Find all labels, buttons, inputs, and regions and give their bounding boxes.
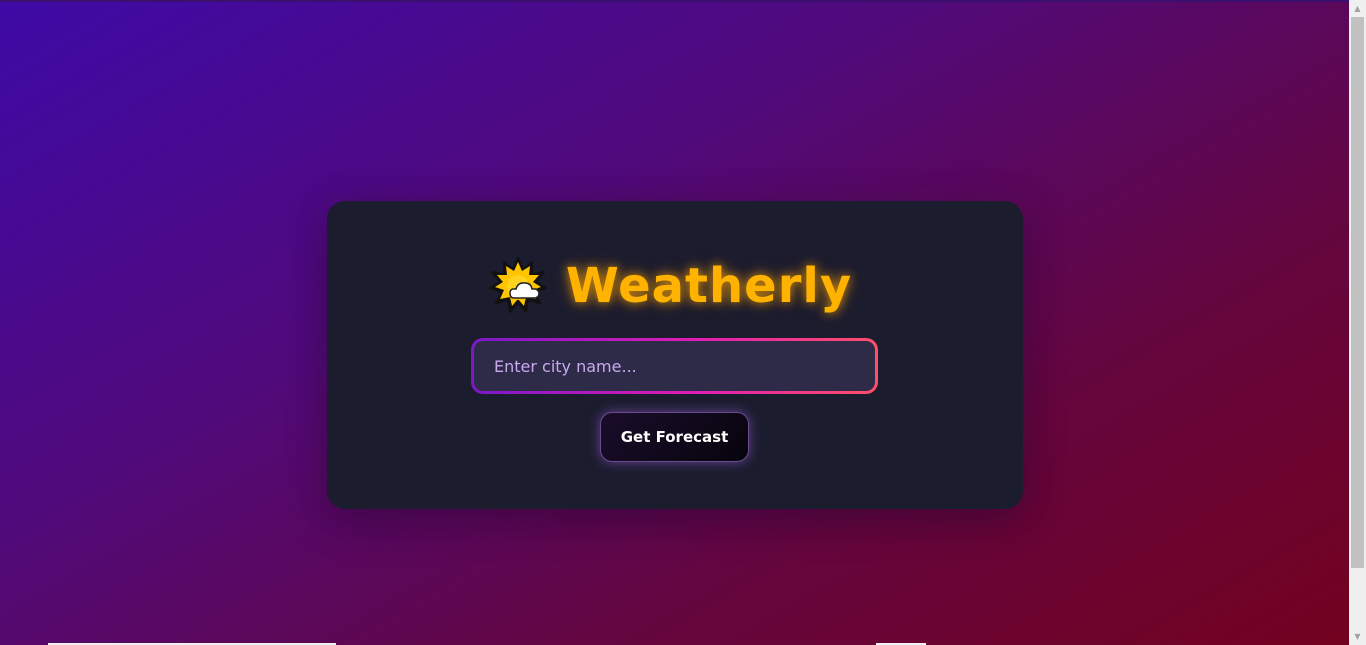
city-input-border <box>471 338 878 394</box>
scroll-down-arrow-icon[interactable]: ▼ <box>1349 628 1366 645</box>
vertical-scrollbar[interactable]: ▲ ▼ <box>1349 0 1366 645</box>
weather-card: Weatherly Get Forecast <box>327 201 1023 509</box>
get-forecast-button[interactable]: Get Forecast <box>600 412 749 462</box>
city-search-input[interactable] <box>474 341 875 391</box>
title-row: Weatherly <box>327 253 1023 319</box>
sun-behind-cloud-icon <box>488 256 548 316</box>
scroll-up-arrow-icon[interactable]: ▲ <box>1349 0 1366 17</box>
top-border <box>0 0 1349 2</box>
scrollbar-thumb[interactable] <box>1351 17 1364 568</box>
app-title: Weatherly <box>565 258 853 314</box>
